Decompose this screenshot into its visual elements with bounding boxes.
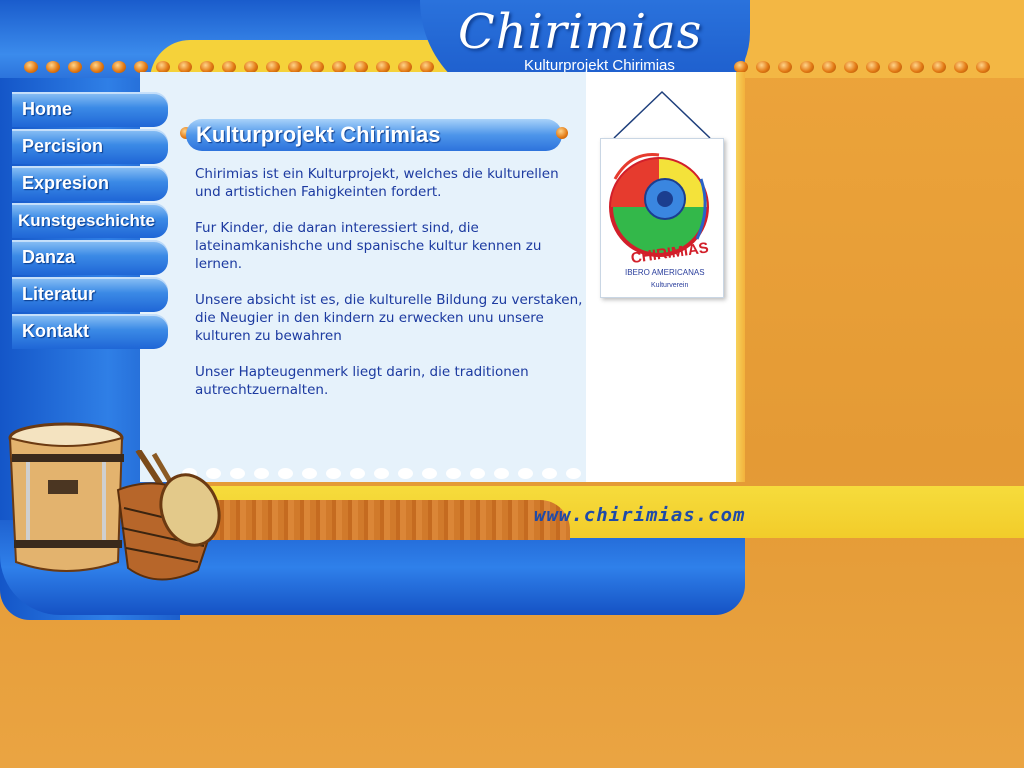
nav-item-literatur[interactable]: Literatur xyxy=(12,277,168,312)
main-content: Chirimias ist ein Kulturprojekt, welches… xyxy=(195,165,585,417)
site-url-link[interactable]: www.chirimias.com xyxy=(534,504,745,526)
panel-dots-decoration xyxy=(182,468,581,479)
heading-bead-right xyxy=(556,127,568,139)
nav-item-percision[interactable]: Percision xyxy=(12,129,168,164)
nav-item-expresion[interactable]: Expresion xyxy=(12,166,168,201)
paragraph-children: Fur Kinder, die daran interessiert sind,… xyxy=(195,220,542,272)
poster-hanging-string xyxy=(613,90,711,139)
page-heading: Kulturprojekt Chirimias xyxy=(186,119,562,151)
chirimias-poster-image: CHIRIMIAS IBERO AMERICANAS Kulturverein xyxy=(600,138,724,298)
poster-small-text: Kulturverein xyxy=(651,282,688,289)
main-navigation: Home Percision Expresion Kunstgeschichte… xyxy=(12,92,168,351)
paragraph-focus: Unser Hapteugenmerk liegt darin, die tra… xyxy=(195,364,529,398)
nav-item-kontakt[interactable]: Kontakt xyxy=(12,314,168,349)
poster-artwork-icon: CHIRIMIAS IBERO AMERICANAS Kulturverein xyxy=(609,153,710,289)
nav-item-kunstgeschichte[interactable]: Kunstgeschichte xyxy=(12,203,168,238)
djembe-drum-icon xyxy=(116,450,221,581)
nav-item-danza[interactable]: Danza xyxy=(12,240,168,275)
poster-subtitle-text: IBERO AMERICANAS xyxy=(625,268,705,277)
site-logo-title: Chirimias xyxy=(458,4,703,60)
paragraph-aim: Unsere absicht ist es, die kulturelle Bi… xyxy=(195,292,583,344)
paragraph-intro: Chirimias ist ein Kulturprojekt, welches… xyxy=(195,166,559,200)
bead-garland-right xyxy=(734,61,990,75)
bamboo-frame-edge xyxy=(736,72,745,482)
nav-item-home[interactable]: Home xyxy=(12,92,168,127)
